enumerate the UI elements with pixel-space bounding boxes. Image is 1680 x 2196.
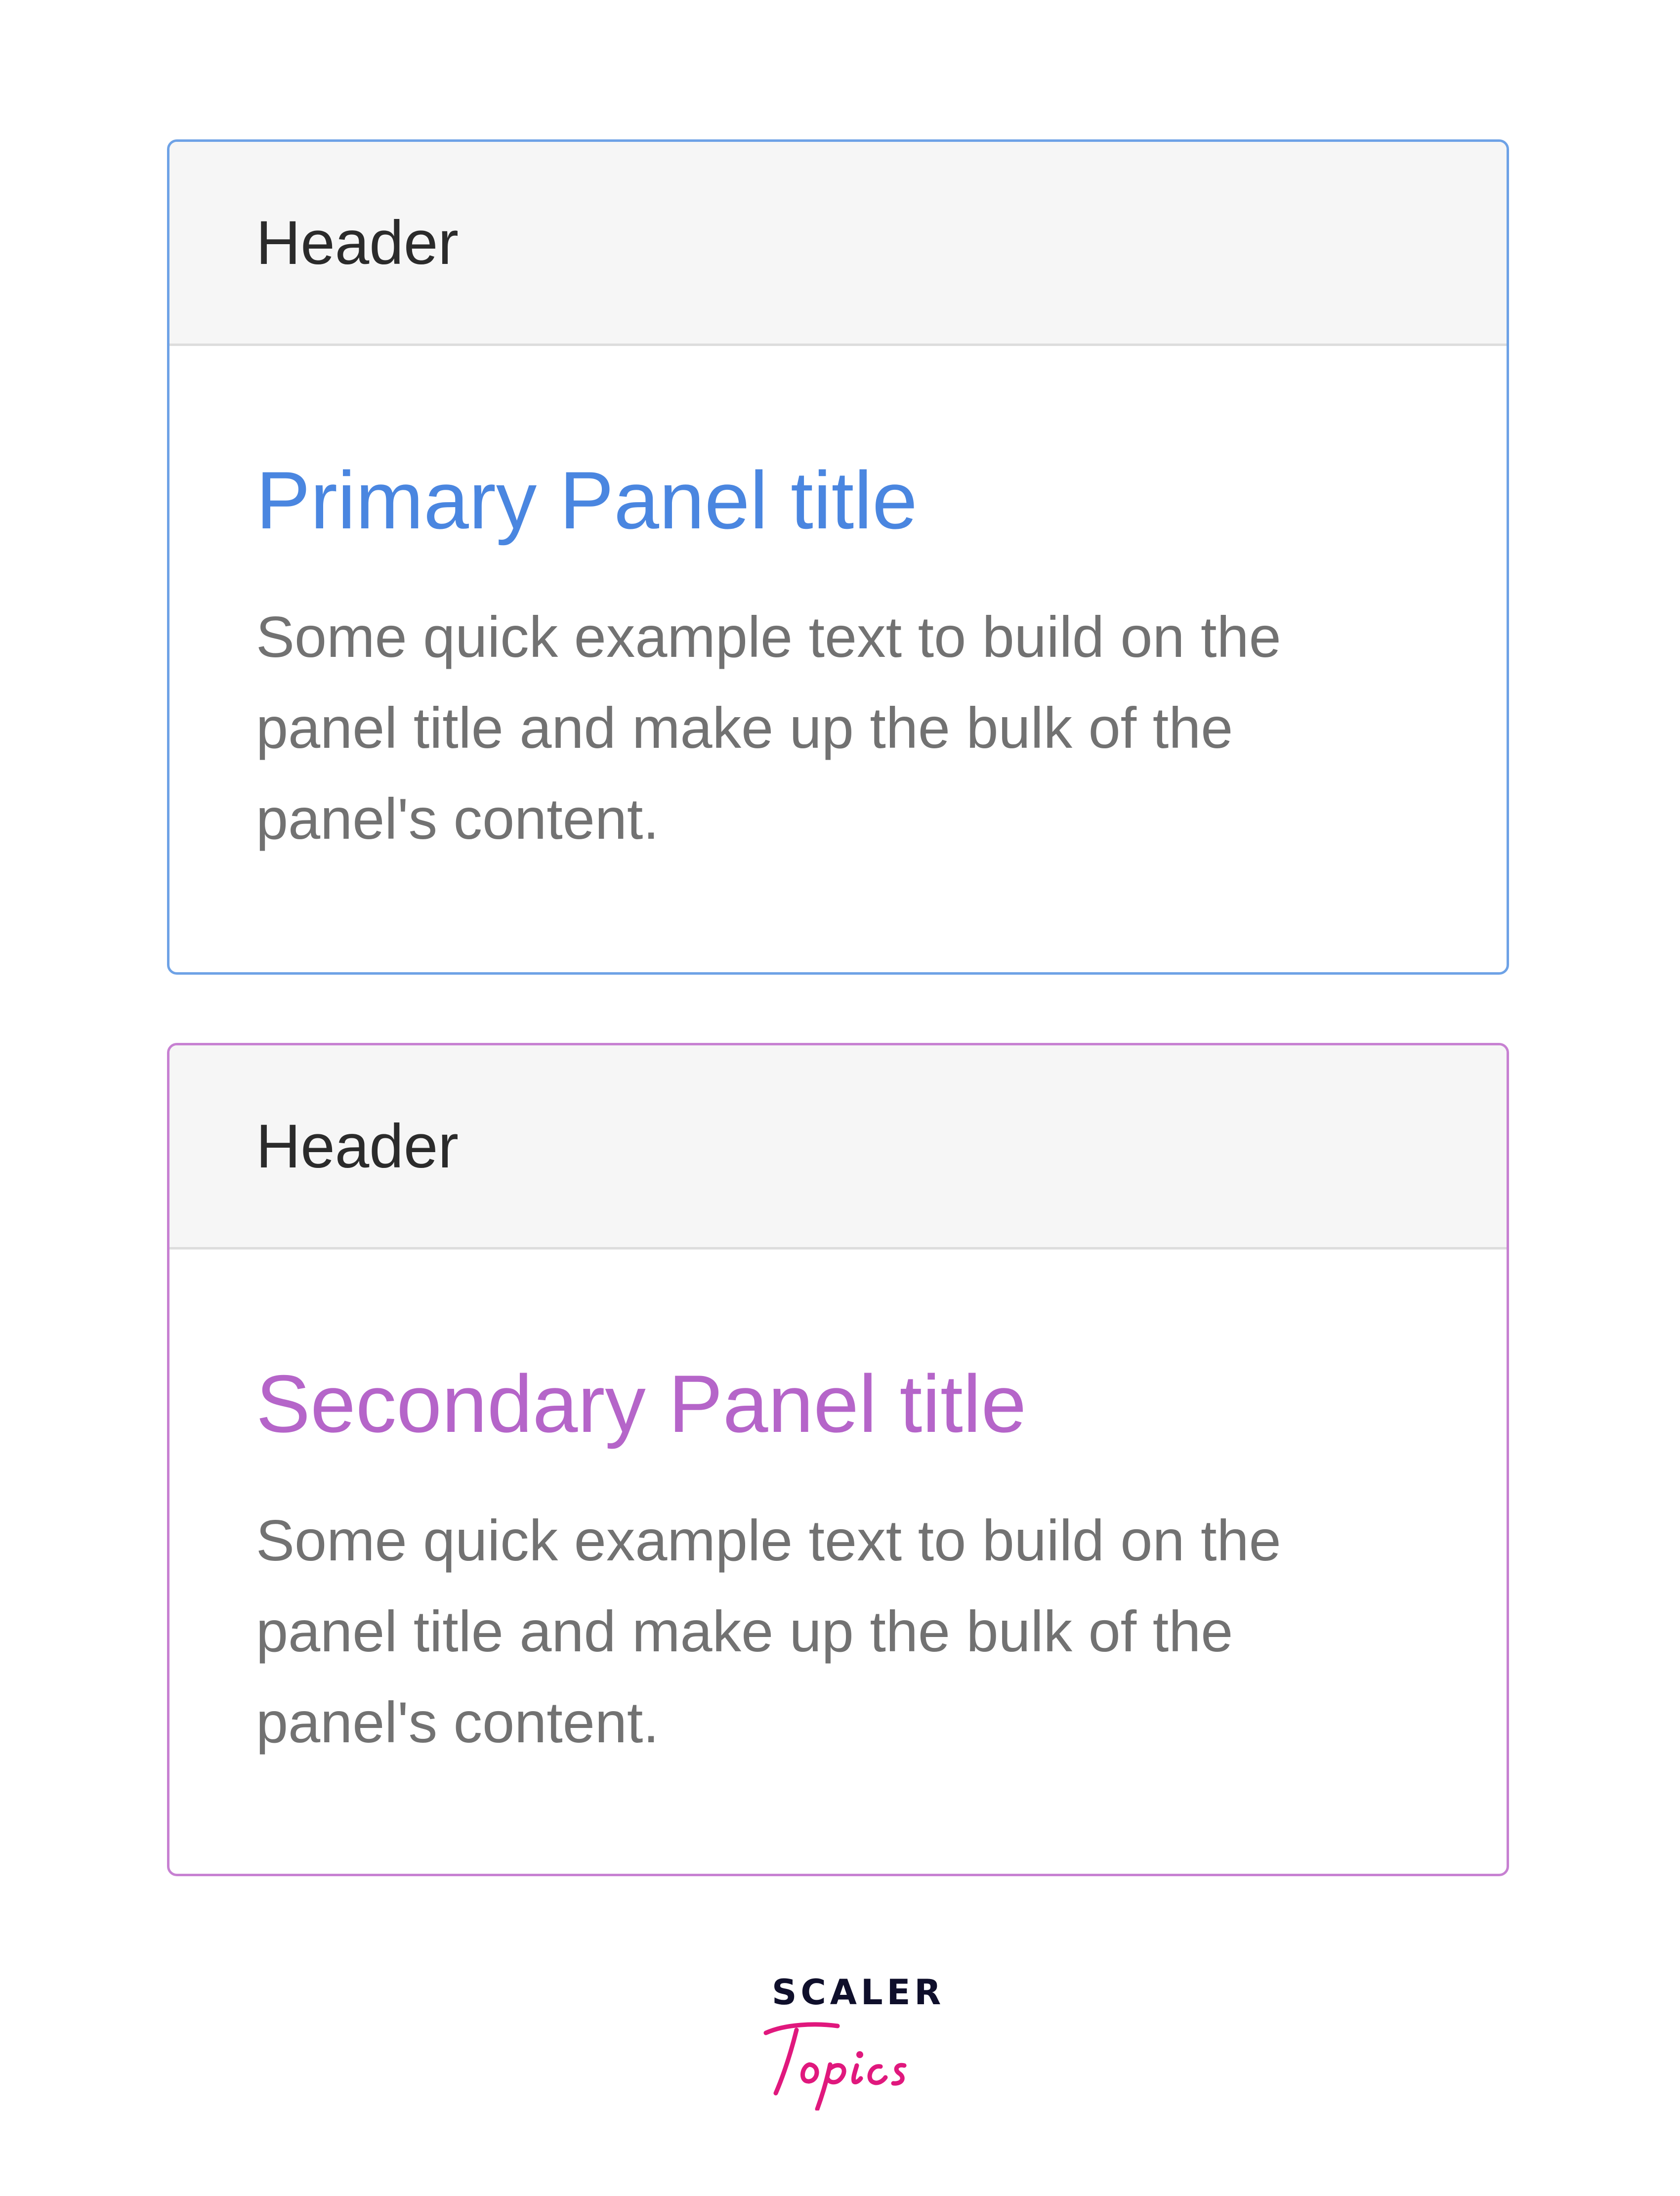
panel-header: Header <box>169 1045 1507 1249</box>
panel-title: Primary Panel title <box>256 455 918 546</box>
panel-text: Some quick example text to build on the … <box>256 604 1281 851</box>
primary-panel: Header Primary Panel title Some quick ex… <box>167 139 1509 975</box>
panel-title: Secondary Panel title <box>256 1358 1027 1449</box>
panel-body: Secondary Panel title Some quick example… <box>169 1249 1507 1768</box>
panel-header: Header <box>169 142 1507 346</box>
panel-text: Some quick example text to build on the … <box>256 1507 1281 1755</box>
secondary-panel: Header Secondary Panel title Some quick … <box>167 1043 1509 1876</box>
panel-body: Primary Panel title Some quick example t… <box>169 346 1507 864</box>
logo-script-icon <box>763 2022 907 2110</box>
scaler-topics-logo: SCALER <box>756 1972 941 2110</box>
logo-wordmark: SCALER <box>772 1972 945 2013</box>
